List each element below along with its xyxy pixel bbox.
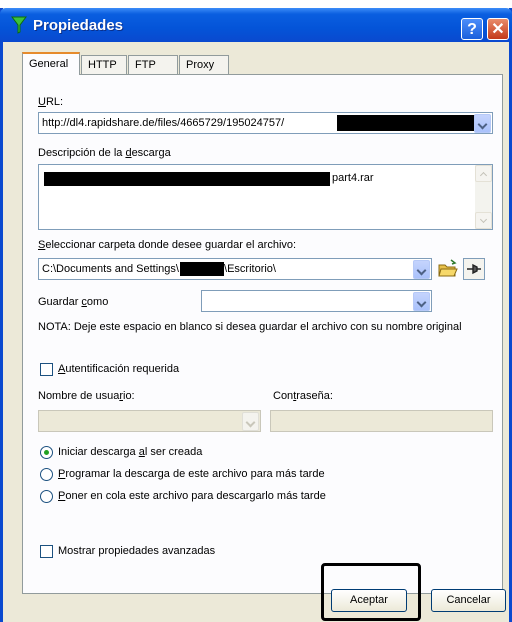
folder-value-suffix: \Escritorio\ — [224, 263, 276, 275]
username-label: Nombre de usuario: — [38, 390, 135, 402]
save-as-combobox[interactable] — [201, 290, 432, 312]
highlight-annotation — [321, 563, 421, 621]
browse-folder-icon[interactable] — [437, 258, 459, 280]
password-label: Contraseña: — [273, 390, 333, 402]
save-as-label: Guardar como — [38, 296, 109, 308]
tab-ftp[interactable]: FTP — [128, 55, 178, 74]
window-title: Propiedades — [33, 17, 124, 34]
advanced-label: Mostrar propiedades avanzadas — [58, 545, 216, 557]
redaction-block — [180, 262, 225, 277]
radio-start-on-create-label: Iniciar descarga al ser creada — [58, 446, 203, 458]
title-bar[interactable]: Propiedades ? ✕ — [0, 8, 512, 42]
description-textarea[interactable]: part4.rar — [38, 164, 493, 230]
folder-dropdown-arrow-icon[interactable] — [413, 260, 430, 279]
description-scrollbar[interactable] — [475, 165, 492, 229]
radio-queue-later-label: Poner en cola este archivo para descarga… — [58, 490, 326, 502]
tab-http[interactable]: HTTP — [81, 55, 127, 74]
url-label: URL: — [38, 96, 64, 108]
scroll-down-icon[interactable] — [475, 212, 492, 229]
folder-label: Seleccionar carpeta donde desee guardar … — [38, 239, 297, 251]
folder-combobox[interactable]: C:\Documents and Settings\ \Escritorio\ — [38, 258, 432, 280]
auth-label: Autentificación requerida — [58, 363, 180, 375]
radio-schedule-later[interactable] — [40, 468, 53, 481]
url-combobox[interactable]: http://dl4.rapidshare.de/files/4665729/1… — [38, 112, 493, 134]
radio-start-on-create[interactable] — [40, 446, 53, 459]
tab-proxy[interactable]: Proxy — [179, 55, 229, 74]
scroll-up-icon[interactable] — [475, 165, 492, 182]
username-dropdown-arrow-icon[interactable] — [242, 412, 259, 431]
url-dropdown-arrow-icon[interactable] — [474, 114, 491, 133]
radio-selected-dot — [44, 450, 49, 455]
tab-general[interactable]: General — [22, 52, 80, 75]
description-value: part4.rar — [332, 172, 374, 184]
save-as-note: NOTA: Deje este espacio en blanco si des… — [38, 321, 462, 333]
redaction-block — [337, 115, 475, 131]
advanced-checkbox[interactable] — [40, 545, 53, 558]
save-as-dropdown-arrow-icon[interactable] — [413, 292, 430, 311]
username-combobox[interactable] — [38, 410, 261, 432]
radio-schedule-later-label: Programar la descarga de este archivo pa… — [58, 468, 325, 480]
close-button[interactable]: ✕ — [487, 18, 509, 40]
help-button[interactable]: ? — [461, 18, 483, 40]
password-field[interactable] — [270, 410, 493, 432]
redaction-block — [44, 172, 330, 186]
url-value: http://dl4.rapidshare.de/files/4665729/1… — [42, 117, 285, 129]
app-funnel-icon — [11, 16, 27, 34]
auth-checkbox[interactable] — [40, 363, 53, 376]
radio-queue-later[interactable] — [40, 490, 53, 503]
folder-value-prefix: C:\Documents and Settings\ — [42, 263, 179, 275]
pin-folder-icon[interactable] — [463, 258, 485, 280]
cancel-button[interactable]: Cancelar — [431, 589, 506, 612]
description-label: Descripción de la descarga — [38, 147, 171, 159]
